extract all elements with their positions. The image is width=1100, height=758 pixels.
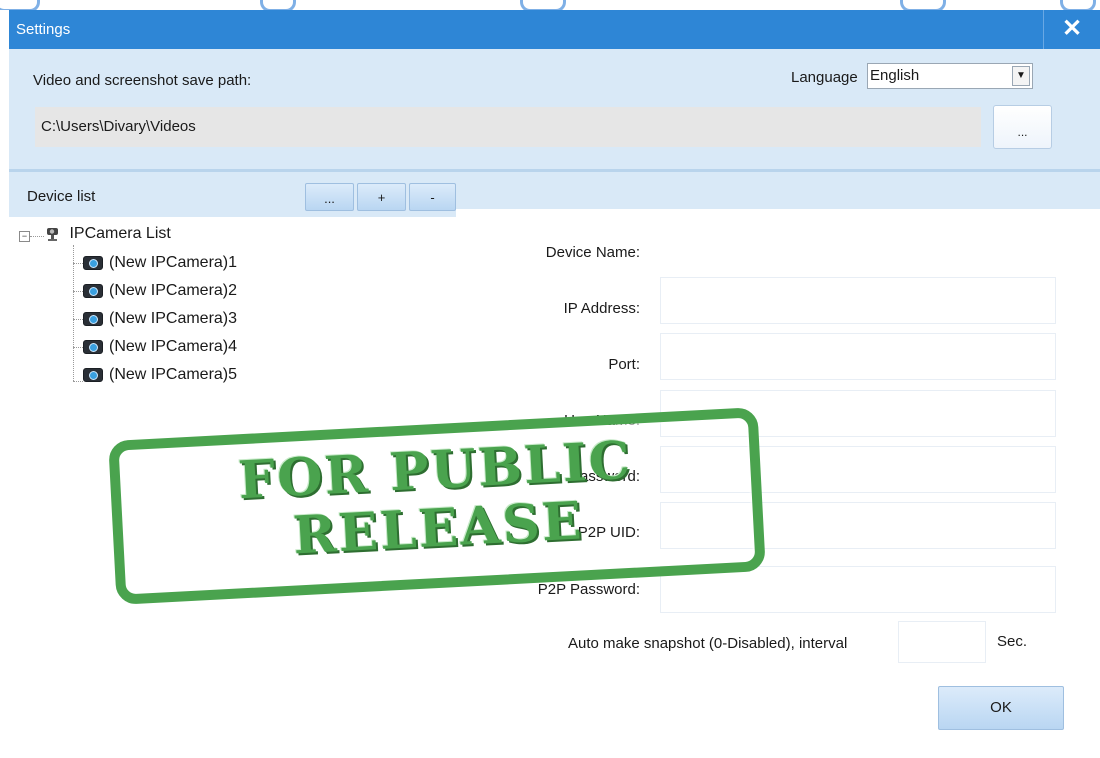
p2p-uid-label: P2P UID: — [577, 524, 640, 541]
tree-item-label: (New IPCamera)4 — [109, 338, 238, 355]
save-path-field[interactable]: C:\Users\Divary\Videos — [35, 107, 981, 147]
language-value: English — [870, 67, 920, 84]
snapshot-interval-input[interactable] — [898, 621, 986, 663]
port-input[interactable] — [660, 333, 1056, 380]
device-name-label: Device Name: — [545, 244, 640, 261]
browse-path-button[interactable]: ... — [993, 105, 1052, 149]
tree-item-camera-3[interactable]: (New IPCamera)3 — [83, 305, 237, 333]
language-label: Language — [791, 69, 858, 86]
camera-icon — [83, 255, 103, 270]
device-name-input[interactable] — [660, 221, 1054, 266]
save-path-label: Video and screenshot save path: — [33, 72, 252, 89]
camera-icon — [83, 367, 103, 382]
close-button[interactable]: ✕ — [1043, 10, 1100, 49]
tree-item-camera-2[interactable]: (New IPCamera)2 — [83, 277, 237, 305]
dropdown-arrow-icon[interactable]: ▼ — [1012, 66, 1030, 86]
p2p-uid-input[interactable] — [660, 502, 1056, 549]
tree-item-label: (New IPCamera)2 — [109, 282, 238, 299]
window-title: Settings — [16, 21, 71, 38]
snapshot-interval-label: Auto make snapshot (0-Disabled), interva… — [568, 635, 848, 652]
port-label: Port: — [608, 356, 640, 373]
seconds-unit-label: Sec. — [997, 633, 1028, 650]
collapse-icon[interactable]: − — [19, 231, 30, 242]
camera-icon — [83, 311, 103, 326]
add-device-button[interactable]: + — [357, 183, 406, 211]
tree-root-label: IPCamera List — [69, 225, 171, 242]
camera-icon — [83, 339, 103, 354]
device-tree: − IPCamera List (New IPCamera)1 (New IPC… — [9, 217, 456, 758]
remove-device-button[interactable]: - — [409, 183, 456, 211]
close-icon: ✕ — [1061, 15, 1083, 42]
camera-icon — [83, 283, 103, 298]
ok-button[interactable]: OK — [938, 686, 1064, 730]
password-input[interactable] — [660, 446, 1056, 493]
device-list-label: Device list — [27, 188, 96, 205]
tree-item-camera-5[interactable]: (New IPCamera)5 — [83, 361, 237, 389]
username-label: UserName: — [564, 412, 640, 429]
tree-item-label: (New IPCamera)3 — [109, 310, 238, 327]
section-divider — [9, 169, 1100, 172]
username-input[interactable] — [660, 390, 1056, 437]
language-select[interactable]: English ▼ — [867, 63, 1033, 89]
tree-item-camera-4[interactable]: (New IPCamera)4 — [83, 333, 237, 361]
title-bar: Settings ✕ — [9, 10, 1100, 49]
p2p-password-label: P2P Password: — [537, 581, 640, 598]
tree-item-label: (New IPCamera)5 — [109, 366, 238, 383]
ip-address-label: IP Address: — [563, 300, 640, 317]
camera-list-icon — [45, 226, 61, 242]
background-strip — [0, 0, 1100, 10]
tree-item-label: (New IPCamera)1 — [109, 254, 238, 271]
ip-address-input[interactable] — [660, 277, 1056, 324]
device-more-button[interactable]: ... — [305, 183, 354, 211]
tree-root[interactable]: IPCamera List — [45, 225, 171, 243]
p2p-password-input[interactable] — [660, 566, 1056, 613]
settings-panel: Video and screenshot save path: Language… — [9, 49, 1100, 758]
save-path-value: C:\Users\Divary\Videos — [41, 118, 196, 135]
password-label: Password: — [569, 468, 640, 485]
tree-item-camera-1[interactable]: (New IPCamera)1 — [83, 249, 237, 277]
